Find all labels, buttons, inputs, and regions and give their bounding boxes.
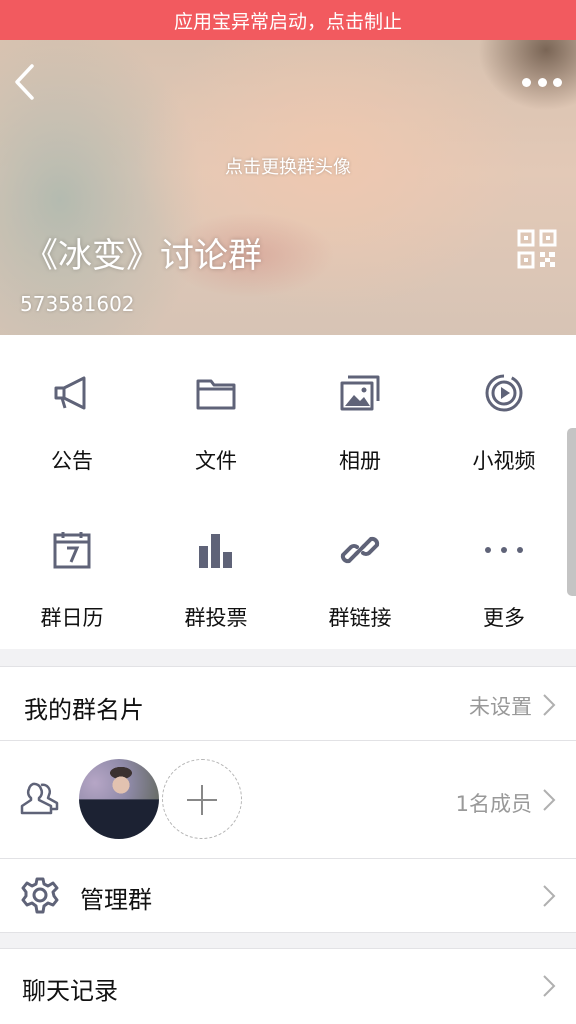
photo-album-icon	[340, 375, 380, 411]
feature-files[interactable]: 文件	[144, 335, 288, 492]
feature-more[interactable]: 更多	[432, 492, 576, 649]
feature-vote[interactable]: 群投票	[144, 492, 288, 649]
feature-label: 群链接	[328, 606, 392, 630]
feature-grid: 公告 文件 相册 小视频 群日历 群投票 群链接 更多	[0, 335, 576, 649]
group-name: 《冰变》讨论群	[24, 236, 262, 276]
chevron-right-icon	[543, 694, 556, 716]
row-title: 聊天记录	[22, 977, 118, 1005]
scrollbar-thumb[interactable]	[567, 428, 576, 596]
members-row[interactable]: 1名成员	[0, 741, 576, 859]
chevron-right-icon	[543, 975, 556, 997]
banner-text: 应用宝异常启动，点击制止	[173, 10, 402, 33]
feature-label: 公告	[51, 449, 93, 473]
more-dots-icon	[485, 547, 523, 553]
group-header: 点击更换群头像 《冰变》讨论群 573581602	[0, 40, 576, 335]
my-group-card-row[interactable]: 我的群名片 未设置	[0, 666, 576, 741]
video-play-icon	[485, 374, 523, 412]
app-warning-banner[interactable]: 应用宝异常启动，点击制止	[0, 0, 576, 40]
megaphone-icon	[54, 376, 86, 410]
feature-calendar[interactable]: 群日历	[0, 492, 144, 649]
feature-short-video[interactable]: 小视频	[432, 335, 576, 492]
feature-link[interactable]: 群链接	[288, 492, 432, 649]
group-id: 573581602	[20, 292, 135, 316]
link-icon	[340, 536, 380, 564]
gear-icon	[21, 877, 59, 914]
bar-chart-icon	[199, 534, 232, 568]
calendar-icon	[53, 532, 91, 569]
add-member-button[interactable]	[162, 759, 242, 839]
qr-code-icon[interactable]	[517, 229, 557, 269]
feature-label: 群日历	[40, 606, 104, 630]
back-arrow-icon[interactable]	[12, 62, 38, 102]
row-value: 未设置	[469, 695, 532, 719]
feature-announcement[interactable]: 公告	[0, 335, 144, 492]
members-icon	[20, 782, 59, 815]
more-menu-icon[interactable]	[522, 75, 562, 89]
member-count: 1名成员	[455, 792, 532, 816]
member-avatar[interactable]	[79, 759, 159, 839]
feature-label: 小视频	[472, 449, 536, 473]
feature-label: 文件	[195, 449, 237, 473]
change-group-avatar-link[interactable]: 点击更换群头像	[0, 153, 576, 179]
chevron-right-icon	[543, 885, 556, 907]
chat-history-row[interactable]: 聊天记录	[0, 948, 576, 1024]
feature-label: 更多	[483, 606, 525, 630]
row-title: 管理群	[80, 886, 152, 914]
manage-group-row[interactable]: 管理群	[0, 859, 576, 933]
chevron-right-icon	[543, 789, 556, 811]
row-title: 我的群名片	[24, 696, 144, 724]
feature-album[interactable]: 相册	[288, 335, 432, 492]
folder-icon	[196, 379, 236, 410]
feature-label: 群投票	[184, 606, 248, 630]
feature-label: 相册	[339, 449, 381, 473]
